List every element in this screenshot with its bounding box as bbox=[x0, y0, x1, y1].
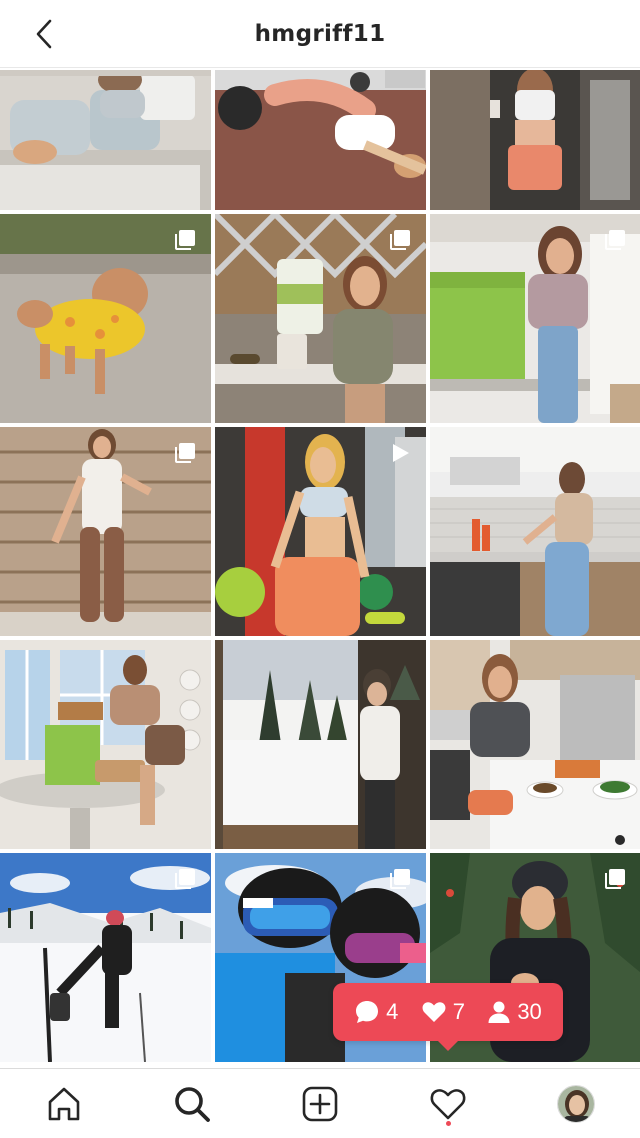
carousel-icon bbox=[605, 230, 625, 250]
post-image bbox=[0, 640, 211, 849]
followers-count: 30 bbox=[487, 999, 542, 1025]
comments-count-value: 4 bbox=[386, 999, 399, 1024]
person-icon bbox=[488, 1001, 510, 1023]
post-thumbnail[interactable] bbox=[0, 214, 211, 423]
post-thumbnail[interactable] bbox=[215, 214, 426, 423]
likes-count-value: 7 bbox=[452, 999, 465, 1024]
back-button[interactable] bbox=[22, 14, 66, 54]
post-thumbnail[interactable] bbox=[0, 70, 211, 210]
nav-activity[interactable] bbox=[416, 1074, 480, 1134]
new-post-icon bbox=[302, 1086, 338, 1121]
home-icon bbox=[48, 1087, 80, 1120]
post-thumbnail[interactable] bbox=[215, 427, 426, 636]
comments-count: 4 bbox=[354, 999, 398, 1025]
comment-icon bbox=[356, 1001, 379, 1023]
post-thumbnail[interactable] bbox=[430, 70, 640, 210]
post-image bbox=[430, 70, 640, 210]
video-icon bbox=[393, 444, 409, 462]
post-thumbnail[interactable] bbox=[0, 640, 211, 849]
post-image bbox=[215, 640, 426, 849]
carousel-icon bbox=[175, 230, 195, 250]
followers-count-value: 30 bbox=[517, 999, 542, 1024]
carousel-icon bbox=[175, 443, 195, 463]
nav-new-post[interactable] bbox=[288, 1074, 352, 1134]
post-thumbnail[interactable] bbox=[215, 70, 426, 210]
activity-indicator-dot bbox=[446, 1120, 451, 1126]
posts-grid bbox=[0, 70, 640, 1068]
post-image bbox=[430, 640, 640, 849]
profile-grid-screen: hmgriff11 4 7 30 bbox=[0, 0, 640, 1138]
nav-search[interactable] bbox=[160, 1074, 224, 1134]
nav-home[interactable] bbox=[32, 1074, 96, 1134]
post-image bbox=[215, 70, 426, 210]
activity-notification-bubble[interactable]: 4 7 30 bbox=[333, 983, 563, 1051]
post-thumbnail[interactable] bbox=[430, 640, 640, 849]
chevron-left-icon bbox=[36, 19, 52, 49]
post-image bbox=[0, 70, 211, 210]
profile-username: hmgriff11 bbox=[254, 20, 386, 47]
bottom-tab-bar bbox=[0, 1068, 640, 1138]
post-thumbnail[interactable] bbox=[430, 427, 640, 636]
carousel-icon bbox=[605, 869, 625, 889]
post-image bbox=[430, 427, 640, 636]
post-thumbnail[interactable] bbox=[430, 214, 640, 423]
activity-heart-icon bbox=[430, 1088, 466, 1119]
carousel-icon bbox=[175, 869, 195, 889]
top-bar: hmgriff11 bbox=[0, 0, 640, 68]
post-thumbnail[interactable] bbox=[215, 640, 426, 849]
post-thumbnail[interactable] bbox=[0, 853, 211, 1062]
search-icon bbox=[175, 1086, 210, 1122]
post-thumbnail[interactable] bbox=[0, 427, 211, 636]
carousel-icon bbox=[390, 230, 410, 250]
heart-icon bbox=[422, 1002, 446, 1022]
likes-count: 7 bbox=[421, 999, 465, 1025]
profile-avatar bbox=[557, 1084, 595, 1123]
carousel-icon bbox=[390, 869, 410, 889]
nav-profile[interactable] bbox=[544, 1074, 608, 1134]
